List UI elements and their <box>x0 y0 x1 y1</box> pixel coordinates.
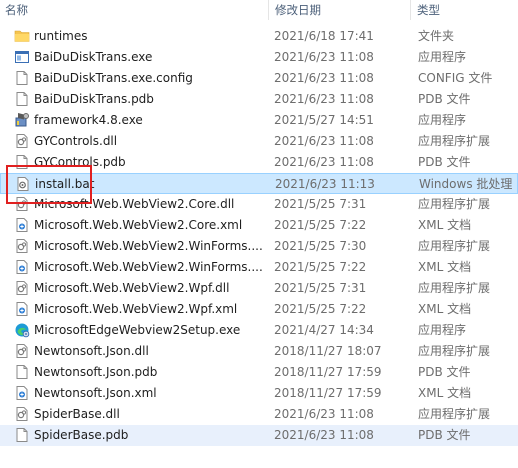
file-type: PDB 文件 <box>418 428 471 442</box>
file-row[interactable]: SpiderBase.pdb 2021/6/23 11:08 PDB 文件 <box>0 425 518 446</box>
file-type: XML 文档 <box>418 302 472 316</box>
file-modified-date: 2021/6/18 17:41 <box>274 29 374 43</box>
file-modified-date: 2021/5/25 7:22 <box>274 218 367 232</box>
file-row[interactable]: framework4.8.exe 2021/5/27 14:51 应用程序 <box>0 110 518 131</box>
file-modified-date: 2021/6/23 11:08 <box>274 50 374 64</box>
file-modified-date: 2021/5/25 7:22 <box>274 260 367 274</box>
file-type: XML 文档 <box>418 218 472 232</box>
file-row[interactable]: BaiDuDiskTrans.pdb 2021/6/23 11:08 PDB 文件 <box>0 89 518 110</box>
file-name: Microsoft.Web.WebView2.WinForms.... <box>34 239 263 253</box>
file-type: 应用程序扩展 <box>418 197 491 211</box>
column-header-type[interactable]: 类型 <box>414 0 518 20</box>
column-header-name[interactable]: 名称 <box>2 0 272 20</box>
file-row[interactable]: Microsoft.Web.WebView2.Wpf.xml 2021/5/25 … <box>0 299 518 320</box>
xml-icon <box>14 217 30 233</box>
annotation-highlight-box <box>6 165 92 204</box>
file-row[interactable]: Microsoft.Web.WebView2.Core.xml 2021/5/25… <box>0 215 518 236</box>
file-name: Microsoft.Web.WebView2.Core.xml <box>34 218 243 232</box>
file-name: MicrosoftEdgeWebview2Setup.exe <box>34 323 241 337</box>
file-type: 应用程序 <box>418 113 467 127</box>
document-icon <box>14 70 30 86</box>
file-type: XML 文档 <box>418 386 472 400</box>
file-type: 应用程序扩展 <box>418 407 491 421</box>
exe-window-icon <box>14 49 30 65</box>
file-row[interactable]: MicrosoftEdgeWebview2Setup.exe 2021/4/27 … <box>0 320 518 341</box>
document-icon <box>14 427 30 443</box>
file-type: CONFIG 文件 <box>418 71 493 85</box>
folder-icon <box>14 28 30 44</box>
file-modified-date: 2021/5/25 7:31 <box>274 197 367 211</box>
file-name: SpiderBase.dll <box>34 407 120 421</box>
file-list: runtimes 2021/6/18 17:41 文件夹 BaiDuDiskTrans… <box>0 26 518 446</box>
file-row[interactable]: BaiDuDiskTrans.exe.config 2021/6/23 11:08… <box>0 68 518 89</box>
edge-setup-icon <box>14 322 30 338</box>
file-row[interactable]: Microsoft.Web.WebView2.WinForms.... 2021/… <box>0 236 518 257</box>
document-icon <box>14 364 30 380</box>
file-row[interactable]: SpiderBase.dll 2021/6/23 11:08 应用程序扩展 <box>0 404 518 425</box>
dll-icon <box>14 343 30 359</box>
file-name: Newtonsoft.Json.pdb <box>34 365 158 379</box>
file-type: 应用程序 <box>418 50 467 64</box>
file-row[interactable]: Newtonsoft.Json.xml 2018/11/27 17:59 XML 文… <box>0 383 518 404</box>
file-modified-date: 2021/5/25 7:30 <box>274 239 367 253</box>
file-row[interactable]: Microsoft.Web.WebView2.Wpf.dll 2021/5/25 … <box>0 278 518 299</box>
file-modified-date: 2018/11/27 17:59 <box>274 386 382 400</box>
dll-icon <box>14 238 30 254</box>
file-type: 应用程序 <box>418 323 467 337</box>
column-header-date[interactable]: 修改日期 <box>272 0 412 20</box>
file-type: Windows 批处理 <box>419 177 513 191</box>
file-type: 文件夹 <box>418 29 455 43</box>
file-row[interactable]: runtimes 2021/6/18 17:41 文件夹 <box>0 26 518 47</box>
file-modified-date: 2021/4/27 14:34 <box>274 323 374 337</box>
file-name: Newtonsoft.Json.xml <box>34 386 157 400</box>
file-modified-date: 2021/6/23 11:13 <box>275 177 375 191</box>
installer-icon <box>14 112 30 128</box>
file-name: Microsoft.Web.WebView2.Wpf.dll <box>34 281 230 295</box>
xml-icon <box>14 301 30 317</box>
file-type: 应用程序扩展 <box>418 239 491 253</box>
file-type: PDB 文件 <box>418 155 471 169</box>
column-header-bar: 名称 修改日期 类型 <box>0 0 518 20</box>
file-modified-date: 2021/5/27 14:51 <box>274 113 374 127</box>
file-modified-date: 2021/5/25 7:22 <box>274 302 367 316</box>
column-divider[interactable] <box>268 0 269 20</box>
file-name: BaiDuDiskTrans.pdb <box>34 92 154 106</box>
file-modified-date: 2021/6/23 11:08 <box>274 428 374 442</box>
file-modified-date: 2021/6/23 11:08 <box>274 71 374 85</box>
file-name: BaiDuDiskTrans.exe.config <box>34 71 193 85</box>
document-icon <box>14 91 30 107</box>
file-row[interactable]: Microsoft.Web.WebView2.WinForms.... 2021/… <box>0 257 518 278</box>
file-name: Newtonsoft.Json.dll <box>34 344 149 358</box>
file-modified-date: 2021/6/23 11:08 <box>274 134 374 148</box>
file-row[interactable]: GYControls.dll 2021/6/23 11:08 应用程序扩展 <box>0 131 518 152</box>
file-modified-date: 2021/6/23 11:08 <box>274 92 374 106</box>
file-type: 应用程序扩展 <box>418 281 491 295</box>
file-modified-date: 2021/5/25 7:31 <box>274 281 367 295</box>
file-name: Microsoft.Web.WebView2.WinForms.... <box>34 260 263 274</box>
file-type: 应用程序扩展 <box>418 134 491 148</box>
dll-icon <box>14 280 30 296</box>
file-name: GYControls.dll <box>34 134 118 148</box>
file-type: XML 文档 <box>418 260 472 274</box>
file-type: 应用程序扩展 <box>418 344 491 358</box>
xml-icon <box>14 259 30 275</box>
file-type: PDB 文件 <box>418 365 471 379</box>
file-row[interactable]: Newtonsoft.Json.pdb 2018/11/27 17:59 PDB 文… <box>0 362 518 383</box>
xml-icon <box>14 385 30 401</box>
file-type: PDB 文件 <box>418 92 471 106</box>
file-modified-date: 2021/6/23 11:08 <box>274 407 374 421</box>
file-row[interactable]: Newtonsoft.Json.dll 2018/11/27 18:07 应用程序扩… <box>0 341 518 362</box>
file-name: framework4.8.exe <box>34 113 143 127</box>
file-name: BaiDuDiskTrans.exe <box>34 50 153 64</box>
file-name: Microsoft.Web.WebView2.Wpf.xml <box>34 302 238 316</box>
file-modified-date: 2018/11/27 18:07 <box>274 344 382 358</box>
file-name: runtimes <box>34 29 88 43</box>
dll-icon <box>14 406 30 422</box>
dll-icon <box>14 133 30 149</box>
file-name: SpiderBase.pdb <box>34 428 129 442</box>
file-modified-date: 2021/6/23 11:08 <box>274 155 374 169</box>
column-divider[interactable] <box>410 0 411 20</box>
file-row[interactable]: BaiDuDiskTrans.exe 2021/6/23 11:08 应用程序 <box>0 47 518 68</box>
file-modified-date: 2018/11/27 17:59 <box>274 365 382 379</box>
